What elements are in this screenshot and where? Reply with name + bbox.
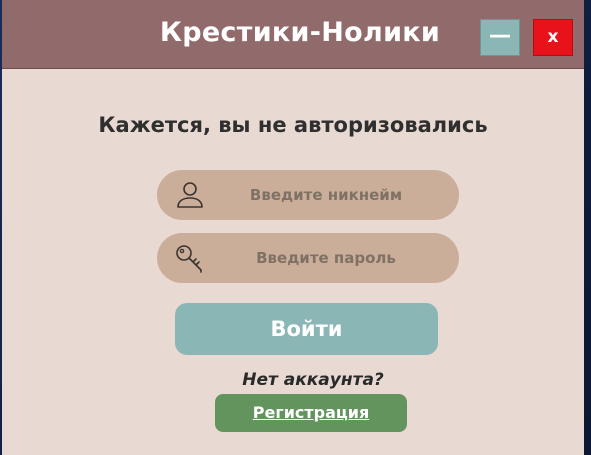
login-window: Крестики-Нолики — x Кажется, вы не автор… — [2, 0, 584, 455]
close-button[interactable]: x — [533, 19, 573, 56]
minimize-button[interactable]: — — [480, 19, 520, 56]
key-icon — [176, 245, 202, 273]
nickname-placeholder: Введите никнейм — [249, 186, 403, 204]
password-placeholder: Введите пароль — [256, 249, 396, 267]
nickname-field[interactable]: Введите никнейм — [157, 170, 459, 220]
title-bar[interactable]: Крестики-Нолики — x — [2, 0, 584, 69]
desktop-background: Крестики-Нолики — x Кажется, вы не автор… — [0, 0, 591, 455]
login-button[interactable]: Войти — [175, 303, 438, 355]
register-button[interactable]: Регистрация — [215, 394, 407, 432]
auth-heading: Кажется, вы не авторизовались — [98, 113, 488, 137]
no-account-text: Нет аккаунта? — [242, 370, 384, 390]
password-field[interactable]: Введите пароль — [157, 233, 459, 283]
user-icon — [177, 182, 203, 208]
